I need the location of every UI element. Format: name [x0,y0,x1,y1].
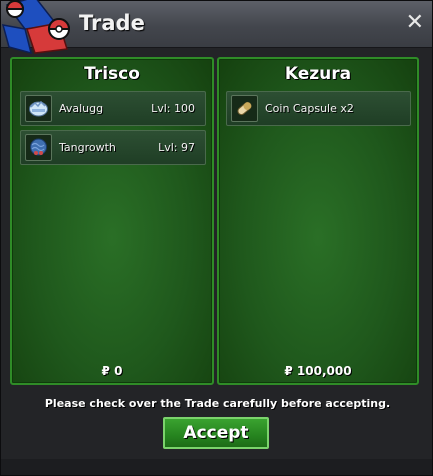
coin-capsule-icon [237,101,252,116]
tangrowth-sprite-icon [30,138,47,156]
pokeball-logo-icon [1,0,71,55]
player-name-right: Kezura [284,64,352,84]
money-offer-right: ₽ 100,000 [284,364,352,378]
item-level: Lvl: 97 [158,141,195,154]
trade-panel-right: Kezura Coin Capsule x2 ₽ 100,000 [217,57,419,385]
accept-button[interactable]: Accept [163,417,269,449]
trade-item-tangrowth[interactable]: Tangrowth Lvl: 97 [20,130,206,165]
trade-panel-left: Trisco Avalugg Lvl: 100 Tangrowth Lvl: 9… [10,57,214,385]
item-name: Coin Capsule x2 [265,102,354,115]
money-offer-left: ₽ 0 [101,364,123,378]
item-level: Lvl: 100 [151,102,195,115]
window-title: Trade [79,11,145,35]
trade-item-avalugg[interactable]: Avalugg Lvl: 100 [20,91,206,126]
trade-notice: Please check over the Trade carefully be… [44,397,391,410]
item-name: Avalugg [59,102,104,115]
player-name-left: Trisco [84,64,140,84]
close-icon[interactable]: ✕ [406,12,424,34]
window-footer [1,459,432,475]
avalugg-sprite-icon [29,100,48,117]
trade-item-coin-capsule[interactable]: Coin Capsule x2 [226,91,411,126]
item-name: Tangrowth [59,141,116,154]
trade-window: Trade ✕ Trisco Avalugg Lvl: 100 Tangrowt… [0,0,433,476]
